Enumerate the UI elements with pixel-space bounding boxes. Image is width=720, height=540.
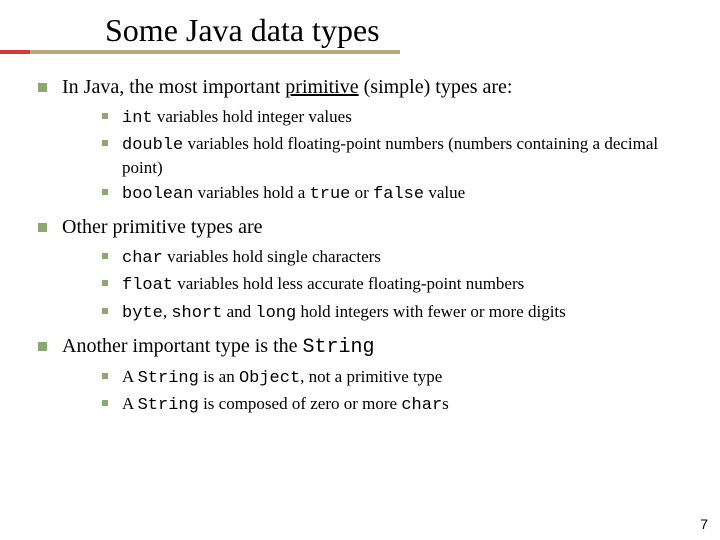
sub-bullet-item: char variables hold single characters	[100, 246, 690, 269]
bullet-item: Another important type is the String A St…	[30, 334, 690, 417]
sub-bullet-list: A String is an Object, not a primitive t…	[62, 366, 690, 417]
title-underline	[0, 50, 400, 54]
sub-bullet-list: char variables hold single characters flo…	[62, 246, 690, 324]
bullet-item: In Java, the most important primitive (s…	[30, 75, 690, 205]
title-accent	[0, 50, 30, 54]
page-number: 7	[700, 516, 708, 532]
bullet-text: Another important type is the String	[62, 335, 375, 357]
slide: Some Java data types In Java, the most i…	[0, 0, 720, 540]
slide-body: In Java, the most important primitive (s…	[0, 53, 720, 416]
sub-bullet-item: boolean variables hold a true or false v…	[100, 182, 690, 205]
title-area: Some Java data types	[0, 0, 720, 53]
slide-title: Some Java data types	[105, 12, 720, 53]
bullet-item: Other primitive types are char variables …	[30, 215, 690, 324]
sub-bullet-item: int variables hold integer values	[100, 106, 690, 129]
sub-bullet-item: A String is an Object, not a primitive t…	[100, 366, 690, 389]
sub-bullet-item: A String is composed of zero or more cha…	[100, 393, 690, 416]
sub-bullet-item: byte, short and long hold integers with …	[100, 301, 690, 324]
bullet-list: In Java, the most important primitive (s…	[30, 75, 690, 416]
bullet-text: In Java, the most important primitive (s…	[62, 76, 512, 98]
sub-bullet-list: int variables hold integer values double …	[62, 106, 690, 205]
sub-bullet-item: double variables hold floating-point num…	[100, 133, 690, 178]
bullet-text: Other primitive types are	[62, 216, 263, 238]
sub-bullet-item: float variables hold less accurate float…	[100, 273, 690, 296]
